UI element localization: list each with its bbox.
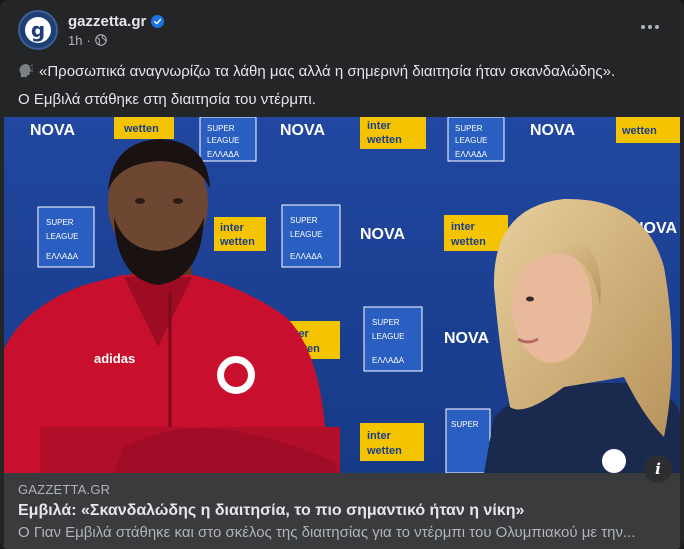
svg-text:LEAGUE: LEAGUE [455, 136, 487, 145]
avatar-logo: g [25, 17, 51, 43]
speaking-head-icon [19, 63, 33, 78]
separator: · [86, 32, 91, 48]
post-time[interactable]: 1h [68, 33, 82, 48]
quote-text: «Προσωπικά αναγνωρίζω τα λάθη μας αλλά η… [39, 63, 616, 80]
page-avatar[interactable]: g [18, 10, 58, 50]
backdrop-superleague-5: SUPER LEAGUE ΕΛΛΑΔΑ [363, 306, 423, 372]
verified-badge-icon [151, 14, 165, 28]
svg-text:adidas: adidas [94, 351, 135, 366]
svg-text:LEAGUE: LEAGUE [207, 136, 239, 145]
svg-text:NOVA: NOVA [280, 122, 325, 139]
svg-text:inter: inter [367, 120, 392, 132]
post-image[interactable]: NOVA wetten SUPER LEAGUE ΕΛΛΑΔΑ NOVA int… [4, 117, 680, 473]
page-name[interactable]: gazzetta.gr [68, 13, 146, 30]
svg-text:SUPER: SUPER [455, 124, 483, 133]
svg-text:wetten: wetten [450, 236, 486, 248]
svg-text:SUPER: SUPER [207, 124, 235, 133]
svg-text:inter: inter [220, 222, 245, 234]
svg-text:wetten: wetten [123, 123, 159, 135]
reporter-figure [484, 198, 680, 473]
svg-text:LEAGUE: LEAGUE [290, 230, 322, 239]
svg-text:SUPER: SUPER [372, 318, 400, 327]
backdrop-nova-1: NOVA [30, 122, 75, 139]
svg-text:NOVA: NOVA [360, 226, 405, 243]
backdrop-nova-6: NOVA [444, 330, 489, 347]
backdrop-superleague-6: SUPER [445, 408, 491, 473]
globe-icon [95, 34, 107, 46]
backdrop-nova-3: NOVA [530, 122, 575, 139]
svg-text:SUPER: SUPER [451, 420, 479, 429]
svg-text:ΕΛΛΑΔΑ: ΕΛΛΑΔΑ [455, 150, 488, 159]
post-meta: gazzetta.gr 1h · [68, 13, 165, 48]
backdrop-superleague-2: SUPER LEAGUE ΕΛΛΑΔΑ [447, 117, 505, 162]
svg-text:NOVA: NOVA [30, 122, 75, 139]
post-text: «Προσωπικά αναγνωρίζω τα λάθη μας αλλά η… [18, 60, 668, 116]
svg-text:ΕΛΛΑΔΑ: ΕΛΛΑΔΑ [46, 252, 79, 261]
quote-line: «Προσωπικά αναγνωρίζω τα λάθη μας αλλά η… [18, 60, 668, 83]
name-row: gazzetta.gr [68, 13, 165, 30]
svg-text:wetten: wetten [366, 445, 402, 457]
link-preview[interactable]: GAZZETTA.GR Εμβιλά: «Σκανδαλώδης η διαιτ… [4, 473, 680, 549]
backdrop-interwetten-7: inter wetten [360, 423, 424, 461]
svg-text:wetten: wetten [621, 125, 657, 137]
backdrop-superleague-4: SUPER LEAGUE ΕΛΛΑΔΑ [281, 204, 341, 268]
svg-text:inter: inter [367, 430, 392, 442]
svg-text:NOVA: NOVA [444, 330, 489, 347]
svg-text:ΕΛΛΑΔΑ: ΕΛΛΑΔΑ [372, 356, 405, 365]
backdrop-interwetten-2: inter wetten [360, 117, 426, 149]
backdrop-nova-2: NOVA [280, 122, 325, 139]
post-subline: 1h · [68, 33, 164, 48]
post-header: g gazzetta.gr 1h · [18, 9, 165, 51]
svg-text:LEAGUE: LEAGUE [372, 332, 404, 341]
svg-text:wetten: wetten [219, 236, 255, 248]
interview-photo: NOVA wetten SUPER LEAGUE ΕΛΛΑΔΑ NOVA int… [4, 117, 680, 473]
info-icon[interactable]: i [644, 455, 672, 483]
backdrop-interwetten-1: wetten [114, 117, 174, 139]
backdrop-nova-4: NOVA [360, 226, 405, 243]
svg-text:inter: inter [451, 221, 476, 233]
svg-text:NOVA: NOVA [530, 122, 575, 139]
link-domain: GAZZETTA.GR [18, 482, 111, 497]
backdrop-superleague-3: SUPER LEAGUE ΕΛΛΑΔΑ [37, 206, 95, 268]
svg-text:SUPER: SUPER [290, 216, 318, 225]
svg-text:LEAGUE: LEAGUE [46, 232, 78, 241]
svg-text:ΕΛΛΑΔΑ: ΕΛΛΑΔΑ [207, 150, 240, 159]
svg-text:SUPER: SUPER [46, 218, 74, 227]
backdrop-interwetten-5: inter wetten [444, 215, 508, 251]
body-text: Ο Εμβιλά στάθηκε στη διαιτησία του ντέρμ… [18, 91, 316, 108]
svg-text:wetten: wetten [366, 134, 402, 146]
svg-text:ΕΛΛΑΔΑ: ΕΛΛΑΔΑ [290, 252, 323, 261]
link-description: Ο Γιαν Εμβιλά στάθηκε και στο σκέλος της… [18, 524, 636, 541]
backdrop-interwetten-3: wetten [616, 117, 680, 143]
post-card: g gazzetta.gr 1h · «Προσωπικά αναγνωρίζω… [0, 0, 684, 549]
backdrop-interwetten-4: inter wetten [214, 217, 266, 251]
link-headline[interactable]: Εμβιλά: «Σκανδαλώδης η διαιτησία, το πιο… [18, 502, 666, 520]
backdrop-superleague-1: SUPER LEAGUE ΕΛΛΑΔΑ [199, 117, 257, 162]
more-options-icon[interactable] [640, 17, 660, 37]
